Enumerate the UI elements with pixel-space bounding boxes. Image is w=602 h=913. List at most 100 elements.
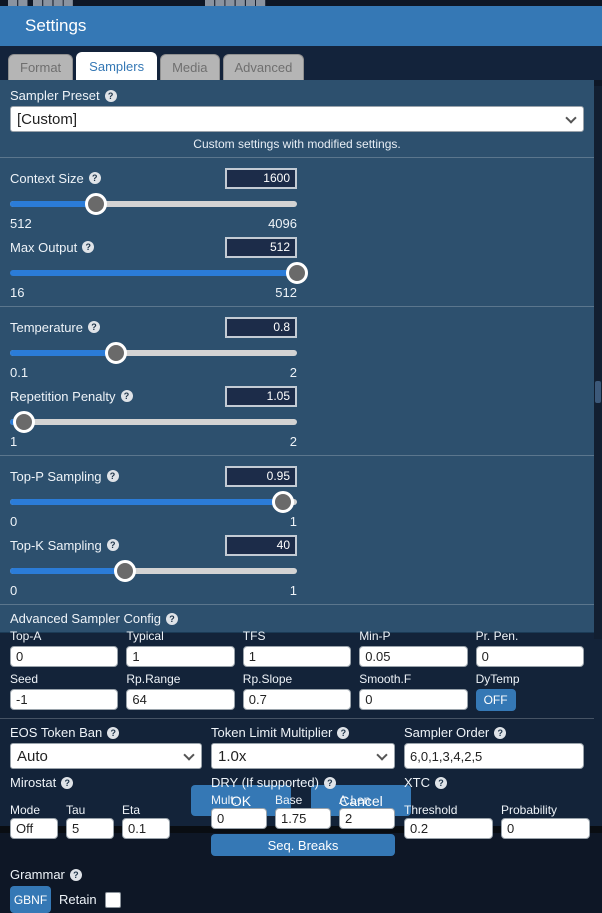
max-output-slider[interactable]: [10, 261, 297, 285]
help-icon[interactable]: ?: [121, 390, 133, 402]
help-icon[interactable]: ?: [89, 172, 101, 184]
repetition-penalty-value[interactable]: [225, 386, 297, 407]
slider-min: 512: [10, 216, 32, 233]
temperature-value[interactable]: [225, 317, 297, 338]
slider-thumb[interactable]: [114, 560, 136, 582]
tab-samplers[interactable]: Samplers: [76, 52, 157, 80]
divider: [0, 604, 594, 605]
slider-track[interactable]: [10, 270, 297, 276]
slider-thumb[interactable]: [272, 491, 294, 513]
tfs-input[interactable]: [243, 646, 351, 667]
tab-format[interactable]: Format: [8, 54, 73, 80]
settings-dialog: Settings Format Samplers Media Advanced …: [0, 6, 602, 832]
slider-max: 2: [290, 434, 297, 451]
scrollbar-thumb[interactable]: [595, 381, 601, 403]
xtc-probability-input[interactable]: [501, 818, 590, 839]
temperature-slider[interactable]: [10, 341, 297, 365]
help-icon[interactable]: ?: [70, 869, 82, 881]
tab-advanced[interactable]: Advanced: [223, 54, 305, 80]
pr-pen-input[interactable]: [476, 646, 584, 667]
divider: [0, 306, 594, 307]
dry-base-input[interactable]: [275, 808, 331, 829]
slider-min: 1: [10, 434, 17, 451]
dry-mult-input[interactable]: [211, 808, 267, 829]
eos-token-ban-select[interactable]: Auto: [10, 743, 202, 769]
slider-track[interactable]: [10, 350, 297, 356]
dytemp-toggle-button[interactable]: OFF: [476, 689, 516, 711]
help-icon[interactable]: ?: [324, 777, 336, 789]
help-icon[interactable]: ?: [82, 241, 94, 253]
divider: [0, 455, 594, 456]
top-a-input[interactable]: [10, 646, 118, 667]
tfs-label: TFS: [243, 629, 351, 644]
slider-track[interactable]: [10, 419, 297, 425]
smooth-f-input[interactable]: [359, 689, 467, 710]
top-k-value[interactable]: [225, 535, 297, 556]
slider-min: 0: [10, 583, 17, 600]
token-limit-multiplier-select[interactable]: 1.0x: [211, 743, 395, 769]
typical-label: Typical: [126, 629, 234, 644]
help-icon[interactable]: ?: [107, 470, 119, 482]
dry-label: DRY (If supported): [211, 775, 319, 790]
slider-thumb[interactable]: [85, 193, 107, 215]
context-size-slider[interactable]: [10, 192, 297, 216]
retain-checkbox[interactable]: [105, 892, 121, 908]
top-a-label: Top-A: [10, 629, 118, 644]
max-output-value[interactable]: [225, 237, 297, 258]
slider-group-top-p: Top-P Sampling ? 0 1: [10, 462, 297, 531]
slider-group-max-output: Max Output ? 16 512: [10, 233, 297, 302]
retain-label: Retain: [59, 892, 97, 907]
help-icon[interactable]: ?: [337, 727, 349, 739]
sampler-preset-select[interactable]: [Custom]: [10, 106, 584, 132]
min-p-label: Min-P: [359, 629, 467, 644]
grammar-section: Grammar ? GBNF Retain: [10, 867, 584, 913]
slider-max: 512: [275, 285, 297, 302]
top-k-slider[interactable]: [10, 559, 297, 583]
help-icon[interactable]: ?: [435, 777, 447, 789]
top-p-value[interactable]: [225, 466, 297, 487]
help-icon[interactable]: ?: [107, 727, 119, 739]
context-size-value[interactable]: [225, 168, 297, 189]
slider-max: 1: [290, 514, 297, 531]
rp-range-input[interactable]: [126, 689, 234, 710]
token-limit-multiplier-label: Token Limit Multiplier: [211, 725, 332, 740]
dry-base-label: Base: [275, 793, 331, 808]
gbnf-button[interactable]: GBNF: [10, 886, 51, 913]
slider-thumb[interactable]: [105, 342, 127, 364]
seq-breaks-button[interactable]: Seq. Breaks: [211, 834, 395, 856]
xtc-threshold-input[interactable]: [404, 818, 493, 839]
top-p-slider[interactable]: [10, 490, 297, 514]
mirostat-mode-input[interactable]: [10, 818, 58, 839]
seed-input[interactable]: [10, 689, 118, 710]
tab-media[interactable]: Media: [160, 54, 219, 80]
rp-slope-input[interactable]: [243, 689, 351, 710]
slider-min: 0.1: [10, 365, 28, 382]
mirostat-group: Mirostat ? Mode Tau Eta: [10, 775, 202, 856]
mirostat-tau-input[interactable]: [66, 818, 114, 839]
slider-track[interactable]: [10, 568, 297, 574]
help-icon[interactable]: ?: [61, 777, 73, 789]
min-p-input[interactable]: [359, 646, 467, 667]
mirostat-eta-input[interactable]: [122, 818, 170, 839]
scrollbar-track[interactable]: [594, 86, 602, 639]
pr-pen-label: Pr. Pen.: [476, 629, 584, 644]
dry-alen-input[interactable]: [339, 808, 395, 829]
help-icon[interactable]: ?: [166, 613, 178, 625]
sampler-preset-label: Sampler Preset: [10, 88, 100, 103]
repetition-penalty-slider[interactable]: [10, 410, 297, 434]
repetition-penalty-label: Repetition Penalty: [10, 389, 116, 404]
slider-thumb[interactable]: [13, 411, 35, 433]
xtc-threshold-label: Threshold: [404, 803, 493, 818]
mirostat-mode-label: Mode: [10, 803, 58, 818]
slider-track[interactable]: [10, 201, 297, 207]
help-icon[interactable]: ?: [88, 321, 100, 333]
sampler-order-input[interactable]: [404, 743, 584, 769]
help-icon[interactable]: ?: [494, 727, 506, 739]
slider-thumb[interactable]: [286, 262, 308, 284]
sampler-order-label: Sampler Order: [404, 725, 489, 740]
slider-track[interactable]: [10, 499, 297, 505]
help-icon[interactable]: ?: [107, 539, 119, 551]
slider-max: 4096: [268, 216, 297, 233]
typical-input[interactable]: [126, 646, 234, 667]
help-icon[interactable]: ?: [105, 90, 117, 102]
